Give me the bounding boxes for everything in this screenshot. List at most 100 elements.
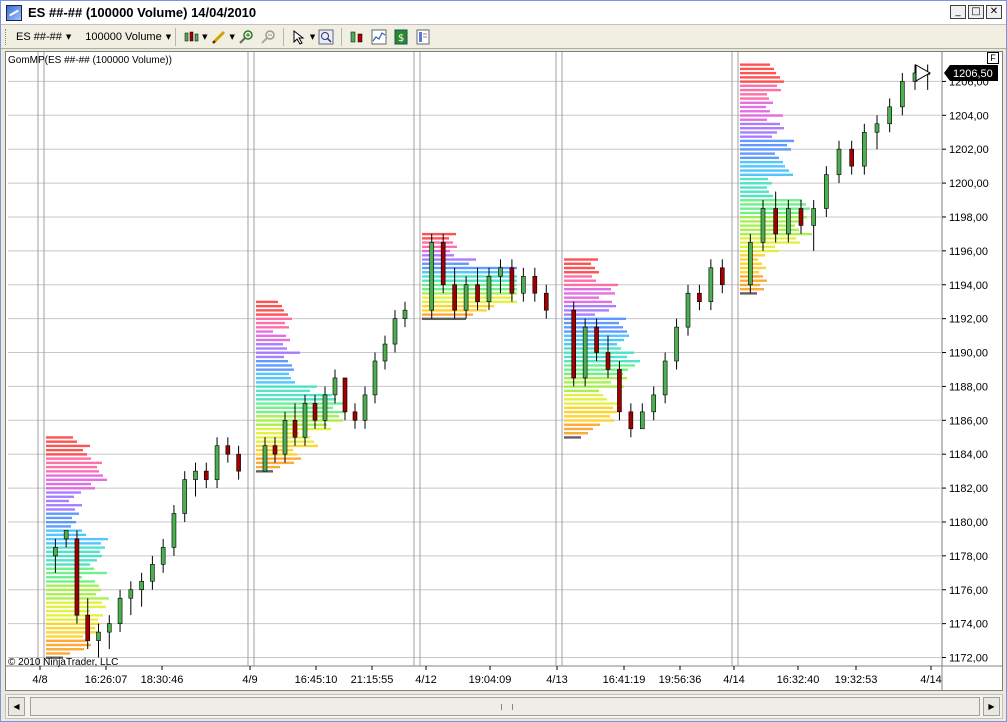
profile-bar xyxy=(564,275,592,278)
chart-panel[interactable]: 1206,00 1204,00 1202,00 1200,00 1198,00 1196,… xyxy=(5,51,1003,691)
candle-body xyxy=(96,631,101,641)
profile-bar xyxy=(564,266,595,270)
y-tick-label: 1192,00 xyxy=(949,314,988,326)
candle-body xyxy=(582,326,588,379)
horizontal-scrollbar[interactable]: ◀ ▶ xyxy=(5,694,1003,719)
profile-bar xyxy=(564,385,624,388)
candle-body xyxy=(402,309,408,319)
profile-bar xyxy=(46,512,79,515)
profile-bar xyxy=(740,292,757,295)
y-tick-label: 1186,00 xyxy=(949,415,988,427)
candle-body xyxy=(382,343,388,362)
session-group xyxy=(37,52,241,666)
minimize-button[interactable]: _ xyxy=(950,5,966,19)
profile-bar xyxy=(256,313,288,316)
candle-body xyxy=(74,538,80,616)
strategies-icon[interactable]: $ xyxy=(392,28,410,46)
toolbar-separator xyxy=(175,27,177,46)
profile-bar xyxy=(256,402,347,405)
profile-bar xyxy=(256,432,299,435)
indicators-icon[interactable] xyxy=(370,28,388,46)
profile-bar xyxy=(46,588,101,592)
candlestick-icon[interactable] xyxy=(182,28,200,46)
period-dropdown[interactable]: 100000 Volume ▼ xyxy=(85,31,171,43)
f-button[interactable]: F xyxy=(987,52,999,64)
zoom-in-icon[interactable] xyxy=(237,28,255,46)
candle-body xyxy=(617,369,622,413)
profile-bar xyxy=(564,287,611,291)
profile-bar xyxy=(422,245,457,249)
chevron-down-icon[interactable]: ▼ xyxy=(202,33,207,41)
profile-bar xyxy=(46,643,91,647)
candle-body xyxy=(874,123,880,133)
profile-bar xyxy=(740,237,796,240)
profile-bar xyxy=(422,283,517,287)
close-button[interactable]: ✕ xyxy=(986,5,1002,19)
title-bar[interactable]: ES ##-## (100000 Volume) 14/04/2010 _ □ … xyxy=(1,1,1006,25)
profile-bar xyxy=(46,601,102,604)
profile-bar xyxy=(564,432,588,435)
cursor-icon[interactable] xyxy=(290,28,308,46)
profile-bar xyxy=(46,618,98,621)
candle-body xyxy=(760,208,766,243)
profile-bar xyxy=(740,203,806,206)
x-tick-label: 19:32:53 xyxy=(835,674,878,686)
toolbar-grip[interactable] xyxy=(5,28,8,45)
candle-body xyxy=(322,394,328,421)
profile-bar xyxy=(564,389,599,393)
candle-body xyxy=(302,403,308,438)
candle-body xyxy=(272,445,278,455)
candle-body xyxy=(662,360,668,396)
x-tick-label: 4/9 xyxy=(242,674,257,686)
ninjatrader-chart-icon xyxy=(6,4,22,21)
profile-bar xyxy=(422,262,469,265)
profile-bar xyxy=(564,393,603,397)
bars-icon[interactable] xyxy=(348,28,366,46)
profile-bar xyxy=(46,648,84,651)
candle-body xyxy=(862,131,867,167)
y-tick-label: 1204,00 xyxy=(949,110,989,122)
candle-body xyxy=(342,377,348,413)
profile-bar xyxy=(564,436,581,439)
properties-icon[interactable] xyxy=(414,28,432,46)
chevron-down-icon[interactable]: ▼ xyxy=(310,33,315,41)
profile-bar xyxy=(256,393,332,397)
chart-toolbar: ES ##-## ▼ 100000 Volume ▼ ▼ ▼ ▼ $ xyxy=(1,25,1006,49)
zoom-out-icon[interactable] xyxy=(259,28,277,46)
candle-body xyxy=(463,284,469,311)
chevron-down-icon[interactable]: ▼ xyxy=(230,33,235,41)
profile-bar xyxy=(46,470,99,473)
scrollbar-thumb[interactable] xyxy=(30,697,980,716)
maximize-button[interactable]: □ xyxy=(968,5,984,19)
candle-body xyxy=(312,403,318,421)
candle-body xyxy=(63,530,69,540)
price-chart[interactable]: 1206,001204,001202,001200,001198,001196,… xyxy=(6,52,1002,690)
candle-body xyxy=(106,623,112,633)
profile-bar xyxy=(256,334,286,337)
profile-bar xyxy=(256,385,317,388)
profile-bar xyxy=(46,478,107,482)
period-label: 100000 Volume xyxy=(85,30,162,43)
indicator-label: GomMP(ES ##-## (100000 Volume)) xyxy=(8,55,172,66)
y-tick-label: 1180,00 xyxy=(949,517,988,529)
candle-body xyxy=(887,106,892,125)
scroll-right-icon[interactable]: ▶ xyxy=(983,697,1000,716)
profile-bar xyxy=(256,389,310,393)
candle-body xyxy=(674,326,679,362)
profile-bar xyxy=(740,152,775,155)
profile-bar xyxy=(46,584,99,587)
instrument-dropdown[interactable]: ES ##-## ▼ xyxy=(16,31,71,43)
candle-body xyxy=(352,411,358,421)
candle-body xyxy=(139,580,144,591)
profile-bar xyxy=(564,406,613,409)
scroll-left-icon[interactable]: ◀ xyxy=(8,697,25,716)
profile-bar xyxy=(422,287,517,291)
y-tick-label: 1182,00 xyxy=(949,483,988,495)
pencil-icon[interactable] xyxy=(210,28,228,46)
y-tick-label: 1176,00 xyxy=(949,585,988,597)
magnifier-icon[interactable] xyxy=(317,28,335,46)
chart-window: ES ##-## (100000 Volume) 14/04/2010 _ □ … xyxy=(0,0,1007,722)
y-tick-label: 1184,00 xyxy=(949,449,988,461)
profile-bar xyxy=(740,160,783,164)
profile-bar xyxy=(46,436,73,439)
